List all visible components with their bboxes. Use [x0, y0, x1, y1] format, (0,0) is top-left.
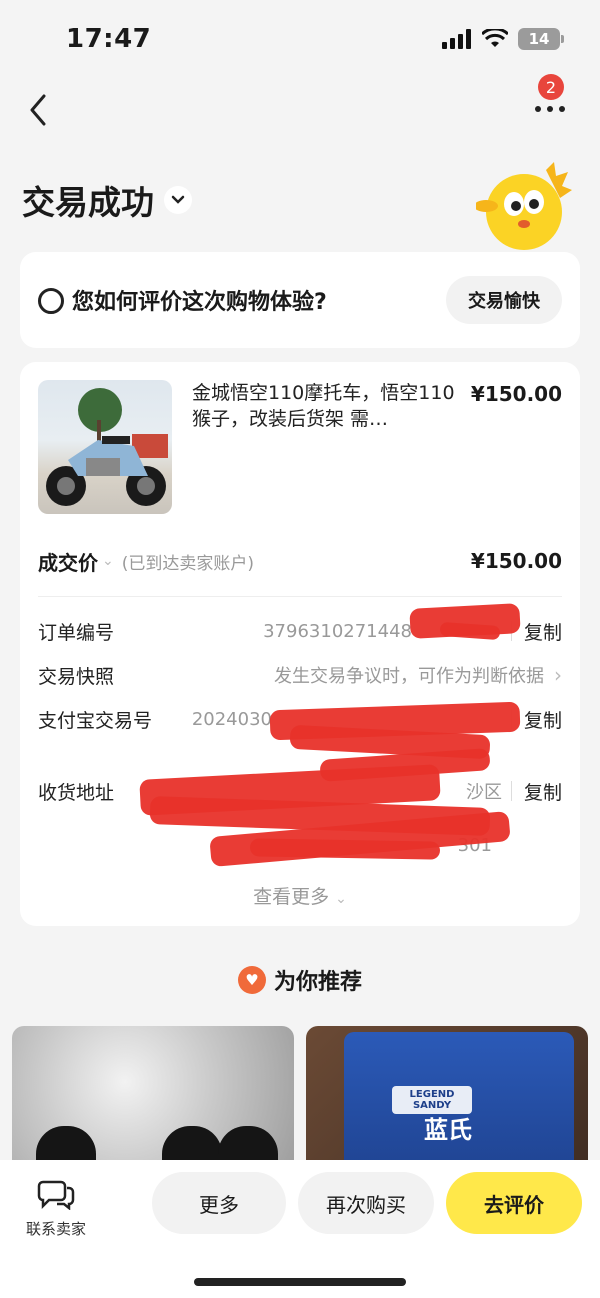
more-options-button[interactable] — [530, 96, 570, 126]
chevron-down-icon: ⌄ — [335, 891, 347, 907]
heart-icon: ♥ — [237, 966, 266, 994]
redaction-mark — [249, 838, 441, 860]
separator — [511, 781, 512, 801]
chat-bubble-icon — [37, 1180, 75, 1211]
copy-order-number-button[interactable]: 复制 — [524, 618, 562, 645]
chevron-down-icon: ⌄ — [102, 553, 114, 569]
see-more-button[interactable]: 查看更多 ⌄ — [20, 882, 580, 909]
status-icons: 14 — [442, 28, 564, 50]
address-label: 收货地址 — [38, 781, 115, 804]
deal-price-row[interactable]: 成交价 ⌄ (已到达卖家账户) ¥150.00 — [38, 546, 562, 576]
snapshot-value: 发生交易争议时，可作为判断依据 — [274, 666, 544, 687]
snapshot-label: 交易快照 — [38, 665, 115, 688]
alipay-number-label: 支付宝交易号 — [38, 709, 153, 732]
status-bar: 17:47 14 — [0, 0, 600, 80]
snapshot-row[interactable]: 交易快照 发生交易争议时，可作为判断依据 › — [38, 660, 562, 690]
divider — [38, 596, 562, 597]
rating-happy-button[interactable]: 交易愉快 — [446, 276, 562, 324]
battery-icon: 14 — [518, 28, 564, 50]
deal-price-sub: (已到达卖家账户) — [121, 553, 254, 574]
contact-seller-label: 联系卖家 — [25, 1220, 86, 1238]
contact-seller-button[interactable]: 联系卖家 — [20, 1178, 92, 1239]
more-button[interactable]: 更多 — [152, 1172, 286, 1234]
smiley-icon — [38, 288, 64, 314]
product-price: ¥150.00 — [470, 382, 562, 406]
page-title: 交易成功 — [22, 183, 154, 222]
product-title[interactable]: 金城悟空110摩托车，悟空110猴子，改装后货架 需… — [192, 380, 462, 432]
more-dots-icon — [530, 106, 570, 112]
order-number-label: 订单编号 — [38, 621, 115, 644]
copy-alipay-number-button[interactable]: 复制 — [524, 706, 562, 733]
chevron-down-icon — [171, 195, 185, 204]
buy-again-button[interactable]: 再次购买 — [298, 1172, 434, 1234]
write-review-button[interactable]: 去评价 — [446, 1172, 582, 1234]
product-thumbnail[interactable] — [38, 380, 172, 514]
bag-brand: 蓝氏 — [424, 1116, 472, 1144]
recommend-title: 为你推荐 — [273, 970, 362, 995]
bottom-action-bar: 联系卖家 更多 再次购买 去评价 — [0, 1160, 600, 1298]
copy-address-button[interactable]: 复制 — [524, 778, 562, 805]
status-expand-button[interactable] — [164, 186, 192, 214]
wifi-icon — [482, 29, 508, 47]
alipay-number-value: 2024030 — [191, 708, 272, 730]
chevron-right-icon: › — [554, 663, 562, 687]
deal-price-label: 成交价 — [38, 550, 98, 575]
motorcycle-image — [46, 388, 168, 506]
signal-icon — [442, 29, 471, 49]
page-title-row: 交易成功 — [22, 176, 192, 224]
order-number-value: 3796310271448 — [263, 620, 412, 642]
recommend-header: ♥ 为你推荐 — [0, 964, 600, 996]
rating-card: 您如何评价这次购物体验? 交易愉快 — [20, 252, 580, 348]
mascot-fish-icon — [476, 162, 572, 250]
chevron-left-icon — [30, 94, 46, 126]
rating-question: 您如何评价这次购物体验? — [72, 290, 327, 315]
notification-badge: 2 — [538, 74, 564, 100]
address-value-tail: 沙区 — [466, 782, 502, 803]
deal-price-value: ¥150.00 — [470, 549, 562, 573]
status-time: 17:47 — [66, 24, 152, 54]
order-card: 金城悟空110摩托车，悟空110猴子，改装后货架 需… ¥150.00 成交价 … — [20, 362, 580, 926]
see-more-label: 查看更多 — [253, 886, 330, 908]
back-button[interactable] — [22, 82, 62, 126]
home-indicator — [194, 1278, 406, 1286]
nav-bar: 2 — [0, 74, 600, 134]
